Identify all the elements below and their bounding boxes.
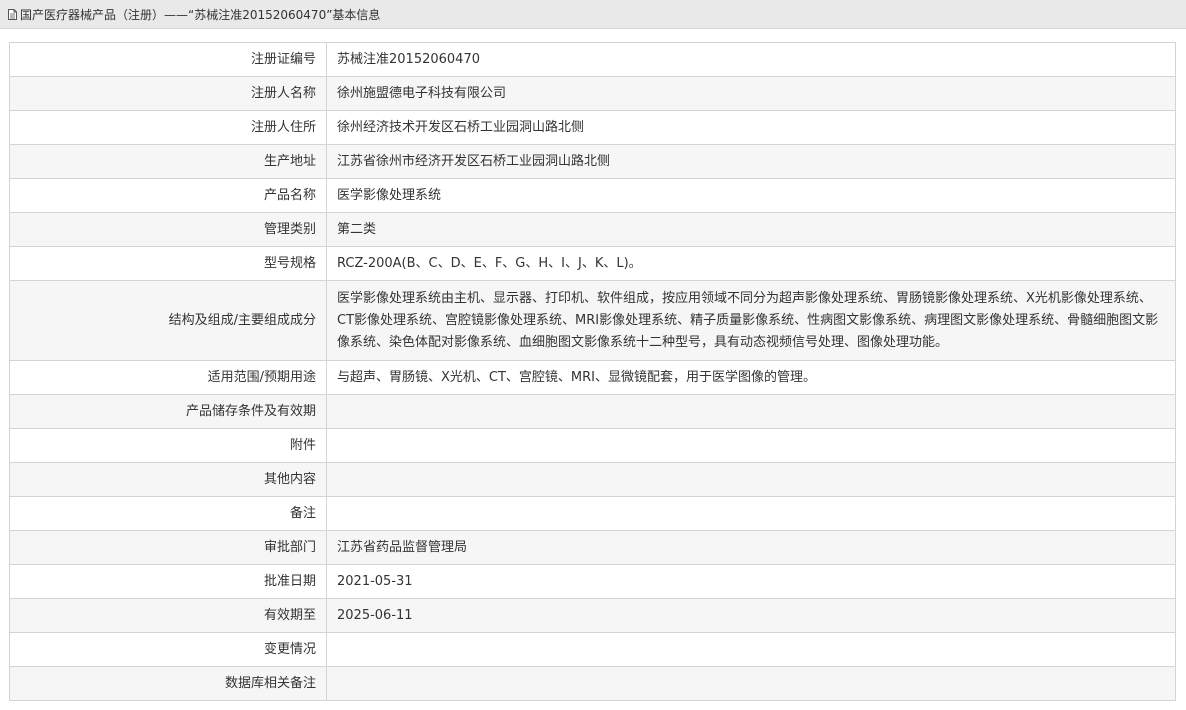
row-label: 适用范围/预期用途 (9, 360, 327, 395)
row-value: 江苏省徐州市经济开发区石桥工业园洞山路北侧 (326, 144, 1176, 179)
row-value: 2021-05-31 (326, 564, 1176, 599)
row-label: 附件 (9, 428, 327, 463)
row-value: 江苏省药品监督管理局 (326, 530, 1176, 565)
row-label: 结构及组成/主要组成成分 (9, 280, 327, 361)
row-label: 注册证编号 (9, 42, 327, 77)
table-row: 其他内容 (9, 462, 1176, 497)
row-label: 数据库相关备注 (9, 666, 327, 701)
row-value: 第二类 (326, 212, 1176, 247)
row-label: 其他内容 (9, 462, 327, 497)
row-value (326, 496, 1176, 531)
row-label: 产品名称 (9, 178, 327, 213)
row-value: 徐州经济技术开发区石桥工业园洞山路北侧 (326, 110, 1176, 145)
row-value (326, 666, 1176, 701)
document-icon (8, 8, 17, 20)
row-value: 医学影像处理系统由主机、显示器、打印机、软件组成，按应用领域不同分为超声影像处理… (326, 280, 1176, 361)
row-value (326, 428, 1176, 463)
row-label: 变更情况 (9, 632, 327, 667)
row-value: 2025-06-11 (326, 598, 1176, 633)
table-row: 数据库相关备注 (9, 666, 1176, 701)
table-row: 批准日期 2021-05-31 (9, 564, 1176, 599)
table-row: 附件 (9, 428, 1176, 463)
page-title-bar: 国产医疗器械产品（注册）——“苏械注准20152060470”基本信息 (0, 0, 1186, 29)
table-row: 备注 (9, 496, 1176, 531)
row-value (326, 394, 1176, 429)
row-value: 医学影像处理系统 (326, 178, 1176, 213)
table-row: 产品储存条件及有效期 (9, 394, 1176, 429)
row-value (326, 462, 1176, 497)
page-title: 国产医疗器械产品（注册）——“苏械注准20152060470”基本信息 (20, 7, 381, 22)
row-value: RCZ-200A(B、C、D、E、F、G、H、I、J、K、L)。 (326, 246, 1176, 281)
row-value (326, 632, 1176, 667)
row-label: 产品储存条件及有效期 (9, 394, 327, 429)
row-label: 注册人名称 (9, 76, 327, 111)
row-label: 管理类别 (9, 212, 327, 247)
table-row: 适用范围/预期用途 与超声、胃肠镜、X光机、CT、宫腔镜、MRI、显微镜配套，用… (9, 360, 1176, 395)
table-row: 生产地址 江苏省徐州市经济开发区石桥工业园洞山路北侧 (9, 144, 1176, 179)
table-row: 审批部门 江苏省药品监督管理局 (9, 530, 1176, 565)
row-value: 与超声、胃肠镜、X光机、CT、宫腔镜、MRI、显微镜配套，用于医学图像的管理。 (326, 360, 1176, 395)
info-table: 注册证编号 苏械注准20152060470 注册人名称 徐州施盟德电子科技有限公… (9, 42, 1176, 701)
table-row: 结构及组成/主要组成成分 医学影像处理系统由主机、显示器、打印机、软件组成，按应… (9, 280, 1176, 361)
row-label: 批准日期 (9, 564, 327, 599)
table-row: 变更情况 (9, 632, 1176, 667)
row-value: 苏械注准20152060470 (326, 42, 1176, 77)
table-row: 注册人名称 徐州施盟德电子科技有限公司 (9, 76, 1176, 111)
table-row: 型号规格 RCZ-200A(B、C、D、E、F、G、H、I、J、K、L)。 (9, 246, 1176, 281)
table-row: 产品名称 医学影像处理系统 (9, 178, 1176, 213)
table-row: 注册人住所 徐州经济技术开发区石桥工业园洞山路北侧 (9, 110, 1176, 145)
table-row: 管理类别 第二类 (9, 212, 1176, 247)
row-label: 有效期至 (9, 598, 327, 633)
row-label: 备注 (9, 496, 327, 531)
row-label: 注册人住所 (9, 110, 327, 145)
row-value: 徐州施盟德电子科技有限公司 (326, 76, 1176, 111)
row-label: 型号规格 (9, 246, 327, 281)
row-label: 审批部门 (9, 530, 327, 565)
table-row: 有效期至 2025-06-11 (9, 598, 1176, 633)
table-row: 注册证编号 苏械注准20152060470 (9, 42, 1176, 77)
row-label: 生产地址 (9, 144, 327, 179)
